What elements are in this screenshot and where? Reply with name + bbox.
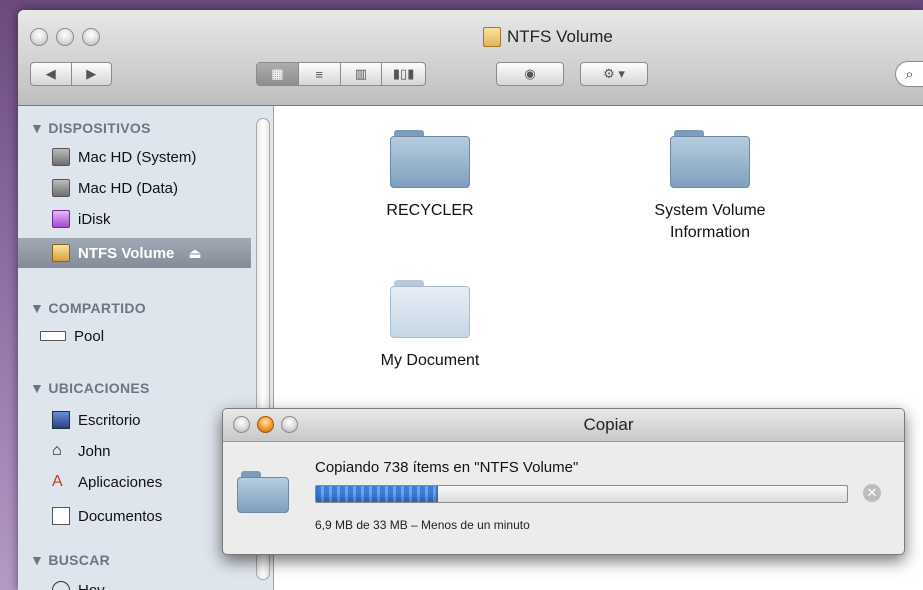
- search-icon: ⌕: [905, 65, 914, 83]
- zoom-window-button[interactable]: [82, 28, 100, 46]
- back-forward-buttons: ◀ ▶: [30, 62, 112, 86]
- sidebar-item-documentos[interactable]: Documentos: [18, 502, 251, 530]
- clock-icon: [52, 581, 70, 590]
- forward-button[interactable]: ▶: [72, 63, 112, 85]
- sidebar-item-label: Hoy: [78, 581, 105, 590]
- dialog-titlebar[interactable]: Copiar: [223, 409, 904, 442]
- sidebar-item-aplicaciones[interactable]: A Aplicaciones: [18, 468, 251, 496]
- copy-message: Copiando 738 ítems en "NTFS Volume": [315, 459, 579, 476]
- section-shared-header[interactable]: ▼ COMPARTIDO: [30, 300, 146, 316]
- action-menu-button[interactable]: ⚙ ▾: [580, 62, 648, 86]
- section-places-header[interactable]: ▼ UBICACIONES: [30, 380, 150, 396]
- cancel-copy-button[interactable]: ✕: [863, 484, 881, 502]
- copy-status: 6,9 MB de 33 MB – Menos de un minuto: [315, 518, 530, 532]
- file-item[interactable]: RECYCLER: [340, 130, 520, 222]
- hard-disk-icon: [52, 148, 70, 166]
- folder-icon: [390, 280, 470, 340]
- back-button[interactable]: ◀: [31, 63, 72, 85]
- sidebar-item-ntfs-volume[interactable]: NTFS Volume ⏏: [18, 238, 251, 268]
- window-title-text: NTFS Volume: [507, 27, 613, 46]
- section-search-header[interactable]: ▼ BUSCAR: [30, 552, 110, 568]
- desktop-icon: [52, 411, 70, 429]
- sidebar-item-label: NTFS Volume: [78, 244, 175, 262]
- progress-fill: [316, 486, 439, 502]
- sidebar-item-john[interactable]: ⌂ John: [18, 437, 251, 465]
- view-mode-control: ▦ ≡ ▥ ▮▯▮: [256, 62, 426, 86]
- section-devices-header[interactable]: ▼ DISPOSITIVOS: [30, 120, 151, 136]
- gear-icon: ⚙ ▾: [603, 66, 625, 81]
- dialog-title: Copiar: [583, 415, 634, 434]
- sidebar-item-label: Escritorio: [78, 411, 141, 429]
- folder-icon: [237, 471, 289, 513]
- window-title: NTFS Volume: [483, 27, 613, 47]
- minimize-window-button[interactable]: [56, 28, 74, 46]
- home-icon: ⌂: [52, 442, 62, 459]
- sidebar-item-escritorio[interactable]: Escritorio: [18, 406, 251, 434]
- eye-icon: ◉: [524, 66, 536, 81]
- network-drive-icon: [40, 331, 66, 341]
- sidebar-item-mac-hd-system[interactable]: Mac HD (System): [18, 143, 251, 171]
- volume-icon: [52, 244, 70, 262]
- sidebar-item-mac-hd-data[interactable]: Mac HD (Data): [18, 174, 251, 202]
- file-name: RECYCLER: [386, 202, 474, 219]
- sidebar-item-label: John: [78, 442, 111, 460]
- sidebar-item-label: Aplicaciones: [78, 473, 163, 491]
- eject-icon[interactable]: ⏏: [188, 245, 201, 262]
- search-field[interactable]: ⌕: [895, 61, 923, 87]
- document-icon: [52, 507, 70, 525]
- sidebar-item-pool[interactable]: Pool: [18, 322, 251, 350]
- icon-view-button[interactable]: ▦: [257, 63, 299, 85]
- idisk-icon: [52, 210, 70, 228]
- applications-icon: A: [52, 473, 63, 490]
- folder-icon: [390, 130, 470, 190]
- copy-progress-bar: [315, 485, 848, 503]
- file-name: System Volume Information: [654, 202, 766, 241]
- coverflow-view-button[interactable]: ▮▯▮: [382, 63, 425, 85]
- quick-look-button[interactable]: ◉: [496, 62, 564, 86]
- sidebar-item-hoy[interactable]: Hoy: [18, 576, 251, 590]
- sidebar-item-label: Pool: [74, 327, 105, 345]
- column-view-button[interactable]: ▥: [341, 63, 383, 85]
- sidebar-item-label: Mac HD (Data): [78, 179, 179, 197]
- hard-disk-icon: [52, 179, 70, 197]
- copy-progress-dialog: Copiar Copiando 738 ítems en "NTFS Volum…: [222, 408, 905, 555]
- volume-icon: [483, 27, 501, 47]
- sidebar-item-label: Documentos: [78, 507, 163, 525]
- sidebar-item-label: iDisk: [78, 210, 111, 228]
- file-name: My Document: [380, 352, 480, 369]
- sidebar-item-idisk[interactable]: iDisk: [18, 205, 251, 233]
- list-view-button[interactable]: ≡: [299, 63, 341, 85]
- folder-icon: [670, 130, 750, 190]
- title-toolbar: NTFS Volume ◀ ▶ ▦ ≡ ▥ ▮▯▮ ◉ ⚙ ▾ ⌕: [18, 10, 923, 106]
- sidebar-item-label: Mac HD (System): [78, 148, 197, 166]
- file-item[interactable]: System Volume Information: [620, 130, 800, 244]
- file-item[interactable]: My Document: [340, 280, 520, 372]
- close-window-button[interactable]: [30, 28, 48, 46]
